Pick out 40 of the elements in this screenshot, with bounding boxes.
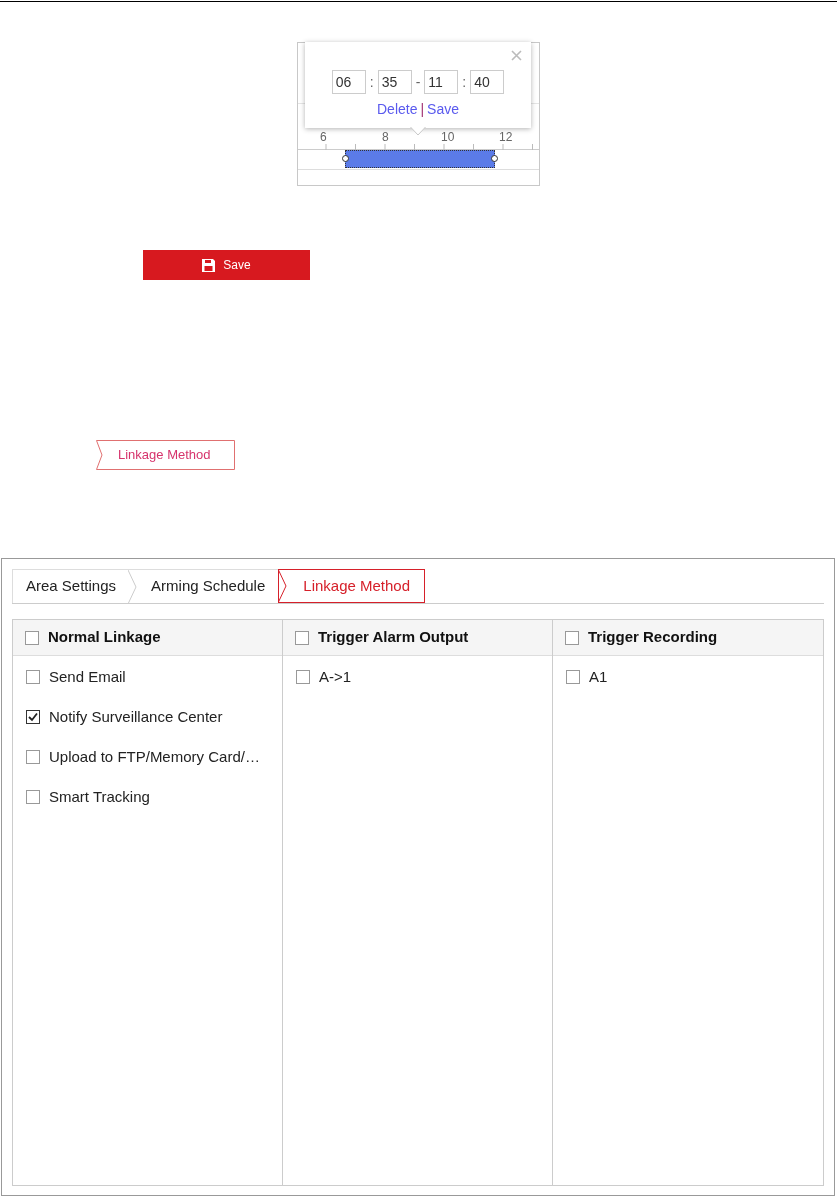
column-title: Trigger Alarm Output (318, 627, 469, 648)
save-button[interactable]: Save (143, 250, 310, 280)
tab[interactable]: Area Settings (12, 569, 130, 603)
ruler-label: 6 (320, 129, 327, 146)
time-segment[interactable] (345, 150, 495, 168)
checkbox[interactable] (26, 670, 40, 684)
column-title: Trigger Recording (588, 627, 718, 648)
option-label: Send Email (49, 666, 126, 687)
checkbox[interactable] (566, 670, 580, 684)
time-input[interactable]: 11 (424, 70, 459, 94)
option-label: Smart Tracking (49, 786, 150, 807)
time-input[interactable]: 06 (331, 70, 366, 94)
ruler-label: 8 (382, 129, 389, 146)
checkbox[interactable] (26, 710, 40, 724)
checkbox[interactable] (26, 750, 40, 764)
time-separator: : (462, 72, 467, 92)
time-input[interactable]: 40 (470, 70, 505, 94)
tab[interactable]: Linkage Method (278, 569, 426, 603)
option-label: A->1 (319, 666, 352, 687)
option-label: Upload to FTP/Memory Card/… (49, 746, 260, 767)
checkbox[interactable] (26, 790, 40, 804)
column-title: Normal Linkage (48, 627, 161, 648)
option-label: A1 (589, 666, 608, 687)
tab[interactable]: Arming Schedule (129, 569, 279, 603)
time-separator: : (369, 72, 374, 92)
time-input[interactable]: 35 (377, 70, 412, 94)
checkbox[interactable] (296, 670, 310, 684)
checkbox[interactable] (565, 630, 579, 645)
link-divider: | (420, 100, 425, 119)
close-icon[interactable] (511, 50, 522, 61)
checkbox[interactable] (295, 630, 309, 645)
ruler-label: 12 (499, 129, 513, 146)
linkage-method-tab[interactable]: Linkage Method (96, 440, 235, 470)
option-label: Notify Surveillance Center (49, 706, 223, 727)
checkbox[interactable] (25, 630, 39, 645)
popup-link[interactable]: Save (427, 99, 459, 120)
popup-link[interactable]: Delete (377, 99, 418, 120)
tab-chevron (278, 569, 289, 603)
ruler-label: 10 (441, 129, 455, 146)
time-separator: - (415, 72, 421, 92)
